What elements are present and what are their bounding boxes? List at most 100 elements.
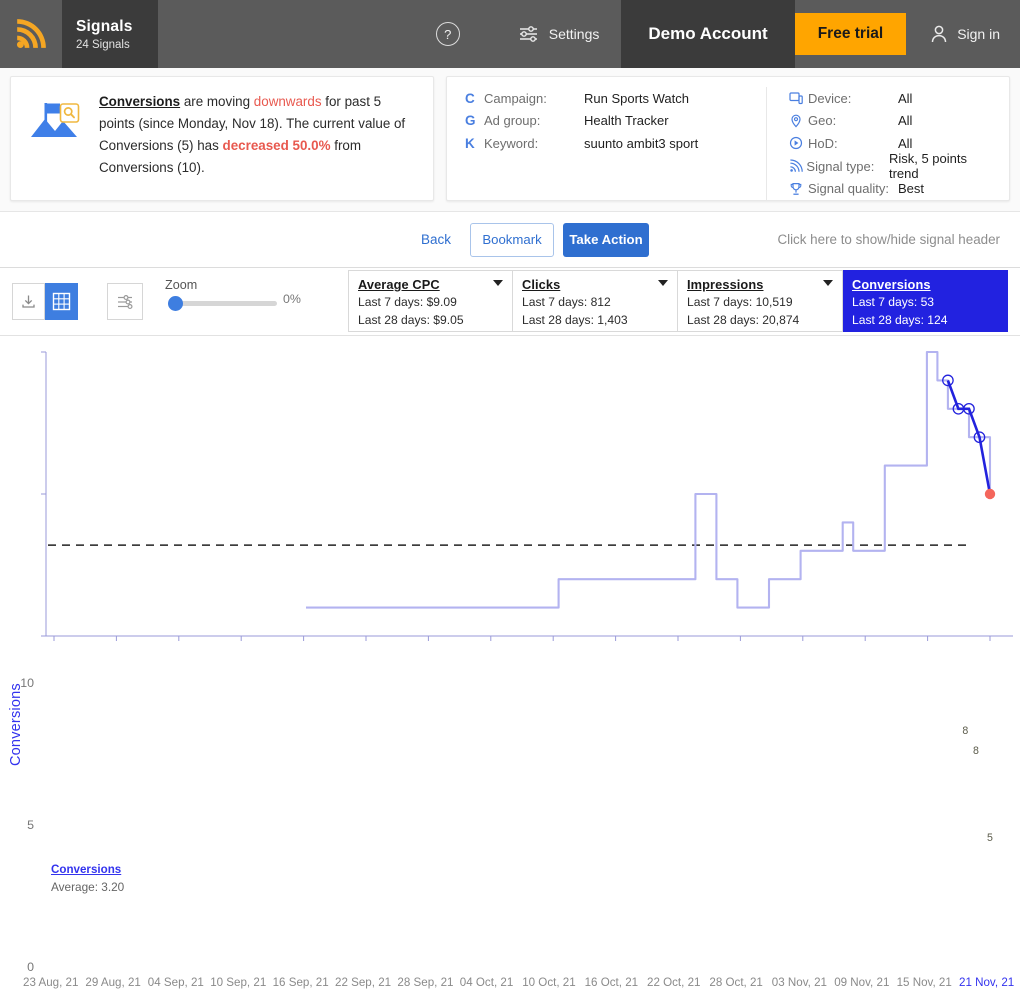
- meta-row-campaign: C Campaign: Run Sports Watch: [465, 87, 748, 110]
- tab-last28: Last 28 days: $9.05: [358, 313, 464, 327]
- device-label: Device:: [808, 90, 852, 106]
- adgroup-icon: G: [465, 113, 476, 129]
- sliders-icon: [519, 26, 537, 42]
- meta-row-device: Device: All: [789, 87, 991, 110]
- x-tick-label: 29 Aug, 21: [85, 976, 141, 989]
- download-button[interactable]: [12, 283, 45, 320]
- settings-button[interactable]: Settings: [496, 0, 622, 68]
- meta-row-adgroup: G Ad group: Health Tracker: [465, 110, 748, 133]
- tab-title: Average CPC: [358, 277, 440, 292]
- device-value: All: [898, 90, 913, 106]
- tab-last7: Last 7 days: $9.09: [358, 295, 457, 309]
- x-tick-label: 10 Oct, 21: [522, 976, 576, 989]
- trophy-icon: [789, 182, 808, 196]
- signal-description-card: Conversions are moving downwards for pas…: [10, 76, 434, 201]
- demo-account-button[interactable]: Demo Account: [621, 0, 795, 68]
- app-logo: [0, 0, 62, 68]
- x-tick-label: 28 Sep, 21: [397, 976, 454, 989]
- keyword-icon: K: [465, 135, 475, 151]
- rss-signal-icon: [16, 19, 46, 49]
- take-action-button[interactable]: Take Action: [563, 222, 649, 257]
- adgroup-value: Health Tracker: [584, 113, 669, 129]
- zoom-label: Zoom: [165, 278, 198, 292]
- keyword-label: Keyword:: [484, 135, 539, 151]
- x-tick-label: 22 Oct, 21: [647, 976, 701, 989]
- signal-icon: [789, 159, 806, 173]
- meta-column-right: Device: All Geo: All HoD: All Signal typ…: [767, 87, 1009, 200]
- tab-last7: Last 7 days: 10,519: [687, 295, 793, 309]
- x-tick-label: 09 Nov, 21: [834, 976, 890, 989]
- tab-title: Conversions: [852, 277, 931, 292]
- chart-settings-button[interactable]: [107, 283, 143, 320]
- settings-label: Settings: [548, 26, 600, 42]
- table-view-button[interactable]: [45, 283, 78, 320]
- zoom-slider[interactable]: [168, 296, 277, 311]
- sign-in-label: Sign in: [957, 26, 1000, 42]
- description-part1: are moving: [180, 94, 254, 109]
- tab-last7: Last 7 days: 812: [522, 295, 611, 309]
- meta-row-signal-type: Signal type: Risk, 5 points trend: [789, 151, 991, 181]
- signal-meta-card: C Campaign: Run Sports Watch G Ad group:…: [446, 76, 1010, 201]
- geo-value: All: [898, 113, 913, 129]
- tab-clicks[interactable]: Clicks Last 7 days: 812 Last 28 days: 1,…: [513, 270, 678, 332]
- trend-point-label: 5: [987, 832, 993, 844]
- device-icon: [789, 92, 808, 105]
- chevron-down-icon[interactable]: [658, 280, 668, 286]
- tab-title: Impressions: [687, 277, 764, 292]
- chart-canvas[interactable]: [0, 336, 1020, 676]
- trend-point-label: 8: [962, 724, 969, 737]
- zoom-percent-value: 0%: [283, 292, 301, 306]
- x-tick-label: 16 Sep, 21: [272, 976, 329, 989]
- x-tick-label: 28 Oct, 21: [709, 976, 763, 989]
- x-tick-label: 16 Oct, 21: [584, 976, 639, 989]
- toggle-header-hint[interactable]: Click here to show/hide signal header: [777, 232, 1000, 247]
- campaign-label: Campaign:: [484, 90, 547, 106]
- meta-row-geo: Geo: All: [789, 110, 991, 133]
- description-metric: Conversions: [99, 94, 181, 109]
- x-tick-label: 23 Aug, 21: [23, 976, 79, 989]
- help-icon[interactable]: ?: [435, 22, 460, 46]
- download-icon: [22, 295, 35, 308]
- x-tick-label: 15 Nov, 21: [896, 976, 952, 989]
- tab-impressions[interactable]: Impressions Last 7 days: 10,519 Last 28 …: [678, 270, 843, 332]
- clock-icon: [789, 136, 808, 150]
- tab-conversions[interactable]: Conversions Last 7 days: 53 Last 28 days…: [843, 270, 1008, 332]
- sign-in-button[interactable]: Sign in: [906, 0, 1020, 68]
- hod-value: All: [898, 135, 913, 151]
- description-change: decreased 50.0%: [222, 138, 331, 153]
- x-tick-label: 21 Nov, 21: [959, 976, 1015, 989]
- y-tick-label: 5: [27, 818, 34, 832]
- tab-average-cpc[interactable]: Average CPC Last 7 days: $9.09 Last 28 d…: [348, 270, 513, 332]
- sliders-icon: [117, 294, 133, 309]
- signal-header-panel: Conversions are moving downwards for pas…: [0, 68, 1020, 212]
- brand-signals-cell[interactable]: Signals 24 Signals: [62, 0, 158, 68]
- y-tick-label: 10: [20, 676, 34, 690]
- tab-last7: Last 7 days: 53: [852, 295, 935, 309]
- user-icon: [931, 25, 947, 43]
- campaign-icon: C: [465, 90, 475, 106]
- view-mode-group: [12, 283, 78, 320]
- geo-label: Geo:: [808, 113, 837, 129]
- zoom-slider-handle[interactable]: [168, 296, 183, 311]
- table-grid-icon: [52, 292, 70, 311]
- zoom-control: Zoom 0%: [165, 278, 301, 311]
- x-tick-label: 04 Sep, 21: [147, 976, 204, 989]
- top-navigation-bar: Signals 24 Signals ? Settings Demo Accou…: [0, 0, 1020, 68]
- signal-type-value: Risk, 5 points trend: [888, 151, 967, 182]
- x-tick-label: 22 Sep, 21: [335, 976, 392, 989]
- signal-type-label: Signal type:: [806, 158, 875, 174]
- chevron-down-icon[interactable]: [493, 280, 503, 286]
- back-link[interactable]: Back: [421, 232, 451, 247]
- free-trial-button[interactable]: Free trial: [794, 13, 907, 55]
- geo-pin-icon: [789, 114, 808, 128]
- meta-column-left: C Campaign: Run Sports Watch G Ad group:…: [447, 87, 767, 200]
- signal-insight-icon: [25, 93, 85, 149]
- brand-subtitle: 24 Signals: [76, 39, 130, 52]
- metric-tabs: Average CPC Last 7 days: $9.09 Last 28 d…: [348, 270, 1008, 332]
- brand-title: Signals: [76, 17, 133, 35]
- conversions-chart: Conversions Conversions Average: 3.20 0 5…: [0, 336, 1020, 989]
- tab-last28: Last 28 days: 124: [852, 313, 948, 327]
- chevron-down-icon[interactable]: [823, 280, 833, 286]
- bookmark-button[interactable]: Bookmark: [470, 222, 554, 257]
- x-tick-label: 10 Sep, 21: [210, 976, 267, 989]
